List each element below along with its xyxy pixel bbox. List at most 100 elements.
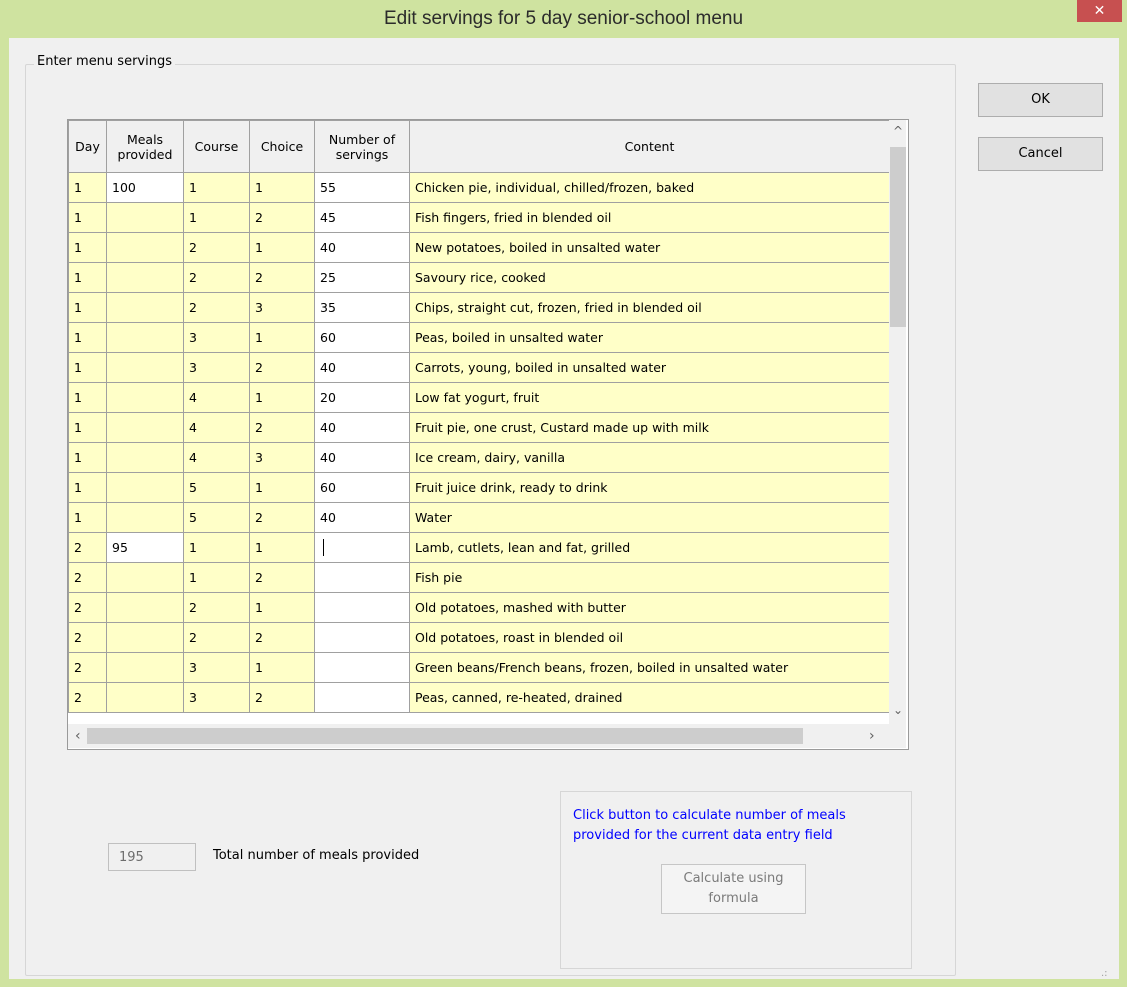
cell-content[interactable]: Peas, canned, re-heated, drained — [409, 682, 890, 713]
cell-servings[interactable]: 40 — [314, 352, 410, 383]
cell-servings[interactable]: 40 — [314, 412, 410, 443]
cell-course[interactable]: 4 — [183, 412, 250, 443]
table-row[interactable]: 1 5 1 60 Fruit juice drink, ready to drink — [68, 472, 890, 503]
table-row[interactable]: 1 4 1 20 Low fat yogurt, fruit — [68, 382, 890, 413]
cancel-button[interactable]: Cancel — [978, 137, 1103, 171]
table-row[interactable]: 1 100 1 1 55 Chicken pie, individual, chilled… — [68, 172, 890, 203]
table-row[interactable]: 1 4 3 40 Ice cream, dairy, vanilla — [68, 442, 890, 473]
scroll-down-icon[interactable]: ⌄ — [893, 703, 903, 717]
table-row[interactable]: 1 3 1 60 Peas, boiled in unsalted water — [68, 322, 890, 353]
cell-content[interactable]: Green beans/French beans, frozen, boiled… — [409, 652, 890, 683]
cell-servings[interactable]: 40 — [314, 442, 410, 473]
cell-course[interactable]: 1 — [183, 202, 250, 233]
cell-meals-provided[interactable] — [106, 292, 184, 323]
scroll-right-icon[interactable]: › — [869, 728, 875, 744]
cell-meals-provided[interactable] — [106, 502, 184, 533]
cell-course[interactable]: 5 — [183, 502, 250, 533]
cell-meals-provided[interactable]: 95 — [106, 532, 184, 563]
cell-servings[interactable]: 60 — [314, 472, 410, 503]
cell-choice[interactable]: 3 — [249, 442, 315, 473]
cell-choice[interactable]: 1 — [249, 652, 315, 683]
table-row[interactable]: 2 3 2 Peas, canned, re-heated, drained — [68, 682, 890, 713]
cell-servings[interactable] — [314, 562, 410, 593]
cell-content[interactable]: Old potatoes, mashed with butter — [409, 592, 890, 623]
cell-content[interactable]: Low fat yogurt, fruit — [409, 382, 890, 413]
cell-day[interactable]: 1 — [68, 232, 107, 263]
cell-servings[interactable] — [314, 532, 410, 563]
cell-day[interactable]: 1 — [68, 292, 107, 323]
table-row[interactable]: 2 1 2 Fish pie — [68, 562, 890, 593]
cell-day[interactable]: 1 — [68, 472, 107, 503]
cell-servings[interactable]: 40 — [314, 232, 410, 263]
cell-meals-provided[interactable]: 100 — [106, 172, 184, 203]
cell-meals-provided[interactable] — [106, 352, 184, 383]
table-row[interactable]: 2 3 1 Green beans/French beans, frozen, boi… — [68, 652, 890, 683]
cell-day[interactable]: 2 — [68, 682, 107, 713]
cell-choice[interactable]: 1 — [249, 172, 315, 203]
cell-content[interactable]: Fruit pie, one crust, Custard made up wi… — [409, 412, 890, 443]
cell-choice[interactable]: 2 — [249, 262, 315, 293]
cell-servings[interactable]: 40 — [314, 502, 410, 533]
cell-servings[interactable] — [314, 592, 410, 623]
cell-meals-provided[interactable] — [106, 412, 184, 443]
table-row[interactable]: 1 5 2 40 Water — [68, 502, 890, 533]
table-row[interactable]: 2 2 2 Old potatoes, roast in blended oil — [68, 622, 890, 653]
cell-choice[interactable]: 1 — [249, 472, 315, 503]
cell-meals-provided[interactable] — [106, 262, 184, 293]
cell-content[interactable]: Lamb, cutlets, lean and fat, grilled — [409, 532, 890, 563]
cell-course[interactable]: 5 — [183, 472, 250, 503]
cell-choice[interactable]: 2 — [249, 412, 315, 443]
cell-choice[interactable]: 1 — [249, 382, 315, 413]
cell-content[interactable]: Peas, boiled in unsalted water — [409, 322, 890, 353]
scroll-left-icon[interactable]: ‹ — [75, 728, 81, 744]
cell-meals-provided[interactable] — [106, 562, 184, 593]
cell-course[interactable]: 4 — [183, 382, 250, 413]
cell-meals-provided[interactable] — [106, 232, 184, 263]
cell-day[interactable]: 1 — [68, 262, 107, 293]
cell-course[interactable]: 3 — [183, 322, 250, 353]
cell-day[interactable]: 1 — [68, 202, 107, 233]
cell-course[interactable]: 2 — [183, 622, 250, 653]
cell-content[interactable]: New potatoes, boiled in unsalted water — [409, 232, 890, 263]
table-row[interactable]: 1 2 1 40 New potatoes, boiled in unsalted wa… — [68, 232, 890, 263]
cell-content[interactable]: Savoury rice, cooked — [409, 262, 890, 293]
cell-course[interactable]: 2 — [183, 592, 250, 623]
cell-content[interactable]: Ice cream, dairy, vanilla — [409, 442, 890, 473]
cell-course[interactable]: 2 — [183, 232, 250, 263]
cell-meals-provided[interactable] — [106, 472, 184, 503]
calculate-formula-button[interactable]: Calculate using formula — [661, 864, 806, 914]
cell-meals-provided[interactable] — [106, 202, 184, 233]
cell-choice[interactable]: 2 — [249, 502, 315, 533]
cell-servings[interactable] — [314, 682, 410, 713]
cell-content[interactable]: Old potatoes, roast in blended oil — [409, 622, 890, 653]
cell-day[interactable]: 1 — [68, 322, 107, 353]
cell-meals-provided[interactable] — [106, 652, 184, 683]
cell-day[interactable]: 1 — [68, 412, 107, 443]
cell-course[interactable]: 3 — [183, 652, 250, 683]
table-row[interactable]: 1 2 2 25 Savoury rice, cooked — [68, 262, 890, 293]
cell-servings[interactable]: 35 — [314, 292, 410, 323]
resize-grip-icon[interactable]: .: — [1101, 968, 1108, 979]
cell-servings[interactable] — [314, 652, 410, 683]
col-header-content[interactable]: Content — [409, 120, 890, 173]
horizontal-scroll-thumb[interactable] — [87, 728, 803, 744]
cell-choice[interactable]: 3 — [249, 292, 315, 323]
table-row[interactable]: 2 2 1 Old potatoes, mashed with butter — [68, 592, 890, 623]
cell-day[interactable]: 2 — [68, 652, 107, 683]
cell-course[interactable]: 1 — [183, 562, 250, 593]
col-header-day[interactable]: Day — [68, 120, 107, 173]
cell-course[interactable]: 1 — [183, 172, 250, 203]
cell-day[interactable]: 1 — [68, 502, 107, 533]
cell-content[interactable]: Water — [409, 502, 890, 533]
cell-content[interactable]: Chicken pie, individual, chilled/frozen,… — [409, 172, 890, 203]
cell-choice[interactable]: 2 — [249, 352, 315, 383]
table-row[interactable]: 1 4 2 40 Fruit pie, one crust, Custard made … — [68, 412, 890, 443]
cell-meals-provided[interactable] — [106, 592, 184, 623]
cell-day[interactable]: 1 — [68, 172, 107, 203]
cell-choice[interactable]: 2 — [249, 682, 315, 713]
cell-meals-provided[interactable] — [106, 382, 184, 413]
cell-course[interactable]: 3 — [183, 352, 250, 383]
cell-course[interactable]: 3 — [183, 682, 250, 713]
col-header-choice[interactable]: Choice — [249, 120, 315, 173]
cell-content[interactable]: Fruit juice drink, ready to drink — [409, 472, 890, 503]
